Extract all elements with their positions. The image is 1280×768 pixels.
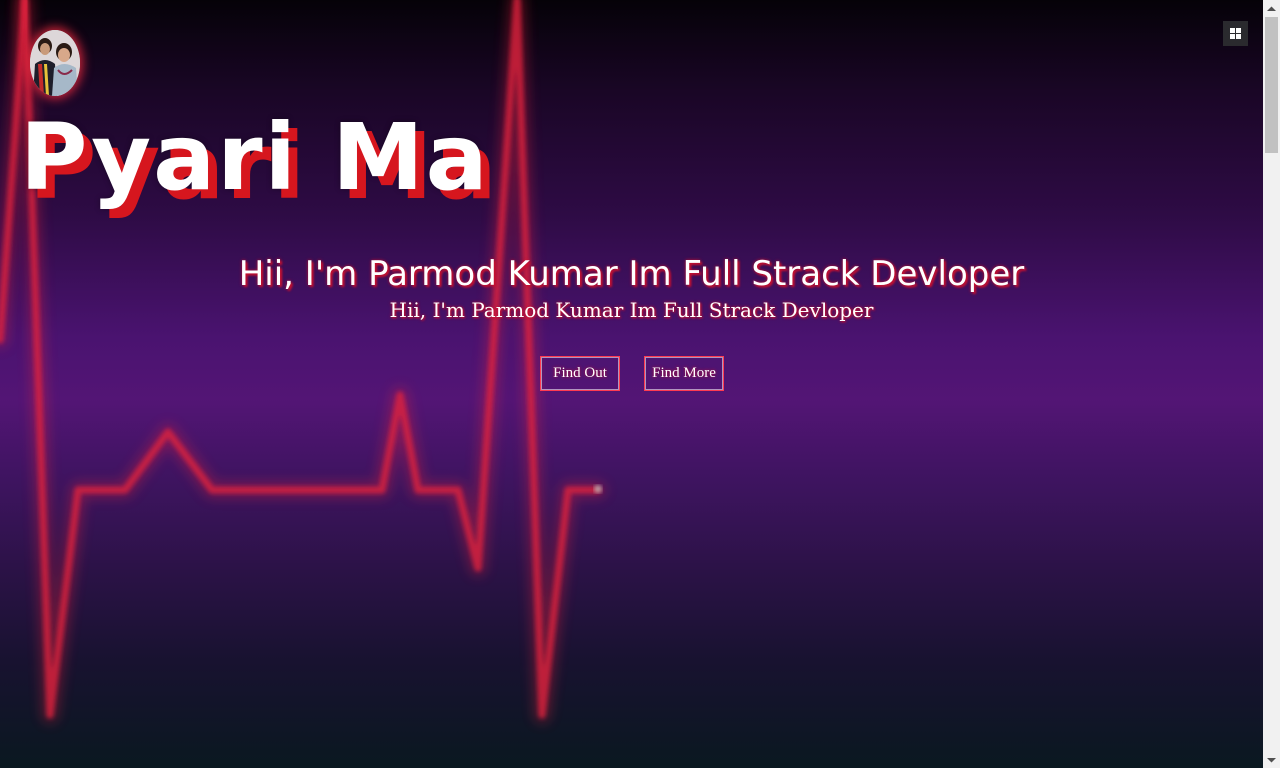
find-out-button[interactable]: Find Out bbox=[540, 356, 620, 391]
menu-button[interactable] bbox=[1223, 21, 1248, 46]
scroll-up-arrow-icon[interactable] bbox=[1263, 0, 1280, 17]
find-more-button[interactable]: Find More bbox=[644, 356, 724, 391]
hero-subline: Hii, I'm Parmod Kumar Im Full Strack Dev… bbox=[389, 298, 874, 322]
profile-avatar[interactable] bbox=[30, 30, 80, 96]
scroll-down-arrow-icon[interactable] bbox=[1263, 751, 1280, 768]
hero-headline: Hii, I'm Parmod Kumar Im Full Strack Dev… bbox=[238, 254, 1025, 294]
hero-title: Pyari Ma bbox=[20, 104, 490, 211]
grid-menu-icon bbox=[1230, 28, 1241, 39]
hero-section: Pyari Ma Hii, I'm Parmod Kumar Im Full S… bbox=[0, 0, 1263, 768]
vertical-scrollbar[interactable] bbox=[1263, 0, 1280, 768]
profile-photo-icon bbox=[30, 30, 80, 96]
scroll-thumb[interactable] bbox=[1265, 17, 1278, 153]
